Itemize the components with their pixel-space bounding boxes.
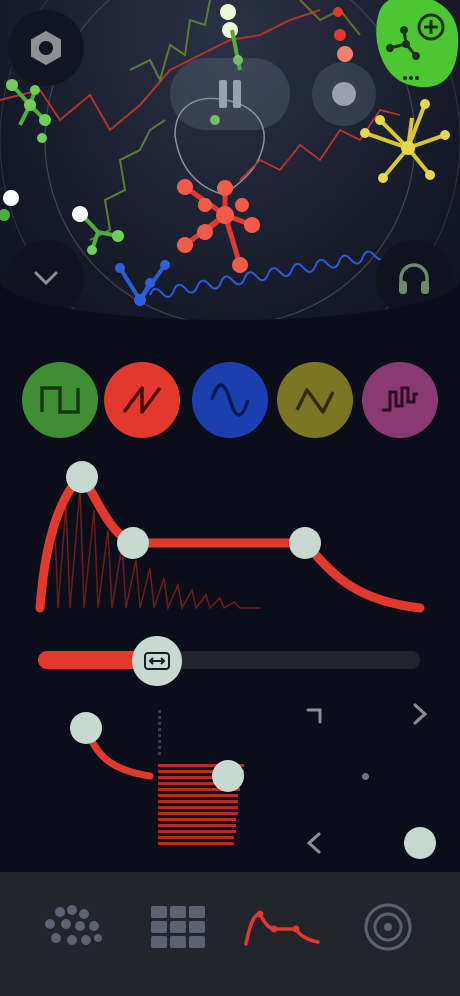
molecule-scene[interactable] (0, 0, 460, 320)
sine-wave-icon (210, 383, 250, 417)
envelope-editor[interactable] (0, 440, 460, 630)
decay-handle[interactable] (117, 527, 149, 559)
tab-target[interactable] (348, 892, 428, 962)
attack-handle[interactable] (66, 461, 98, 493)
green-square-wave-lower (89, 119, 166, 241)
envelope-ghost-waves (39, 487, 260, 611)
envelope-curve-icon (244, 910, 320, 946)
pause-icon (219, 80, 241, 108)
blue-sine-wave (149, 250, 388, 298)
yellow-molecule (360, 99, 450, 183)
record-button[interactable] (312, 62, 376, 126)
bottom-tab-bar (0, 872, 460, 996)
white-atom (3, 190, 19, 206)
sustain-handle[interactable] (289, 527, 321, 559)
headphones-button[interactable] (376, 240, 452, 316)
position-dot (362, 773, 369, 780)
filter-level-handle[interactable] (212, 760, 244, 792)
waveform-saw-button[interactable] (104, 362, 180, 438)
waveform-sine-button[interactable] (192, 362, 268, 438)
waveform-square-button[interactable] (22, 362, 98, 438)
orbit-ring (44, 0, 416, 320)
left-right-arrows-icon (144, 652, 170, 670)
range-slider[interactable] (38, 651, 420, 669)
triangle-wave-icon (295, 388, 335, 414)
pause-button[interactable] (170, 58, 290, 130)
green-atom (0, 209, 10, 221)
headphones-icon (399, 263, 429, 294)
plus-molecule-icon (376, 0, 459, 88)
molecule-dots-icon (45, 905, 102, 945)
xy-pad-handle[interactable] (404, 827, 436, 859)
waveform-triangle-button[interactable] (277, 362, 353, 438)
slider-thumb[interactable] (132, 636, 182, 686)
prev-button[interactable] (300, 829, 328, 857)
filter-cutoff-handle[interactable] (70, 712, 102, 744)
chevron-right-icon (413, 703, 428, 725)
hexagon-nut-icon (31, 31, 61, 65)
grid-icon (151, 906, 205, 948)
tab-grid[interactable] (138, 892, 218, 962)
record-icon (332, 82, 356, 106)
green-molecule-left (6, 79, 51, 143)
add-molecule-button[interactable] (370, 0, 460, 90)
tab-envelope[interactable] (242, 892, 322, 962)
tab-molecules[interactable] (32, 892, 112, 962)
corner-arrow-button[interactable] (300, 700, 328, 728)
waveform-step-button[interactable] (362, 362, 438, 438)
step-wave-icon (382, 386, 418, 412)
chevron-down-icon (34, 271, 58, 286)
corner-arrow-icon (306, 708, 322, 724)
settings-button[interactable] (8, 10, 84, 86)
target-icon (364, 903, 412, 951)
blue-molecule (115, 260, 170, 306)
filter-editor[interactable] (60, 700, 260, 860)
next-button[interactable] (406, 700, 434, 728)
chevron-left-icon (306, 832, 321, 854)
square-wave-icon (40, 386, 80, 414)
saw-wave-icon (122, 386, 162, 414)
olive-wave (299, 0, 361, 36)
collapse-button[interactable] (8, 240, 84, 316)
